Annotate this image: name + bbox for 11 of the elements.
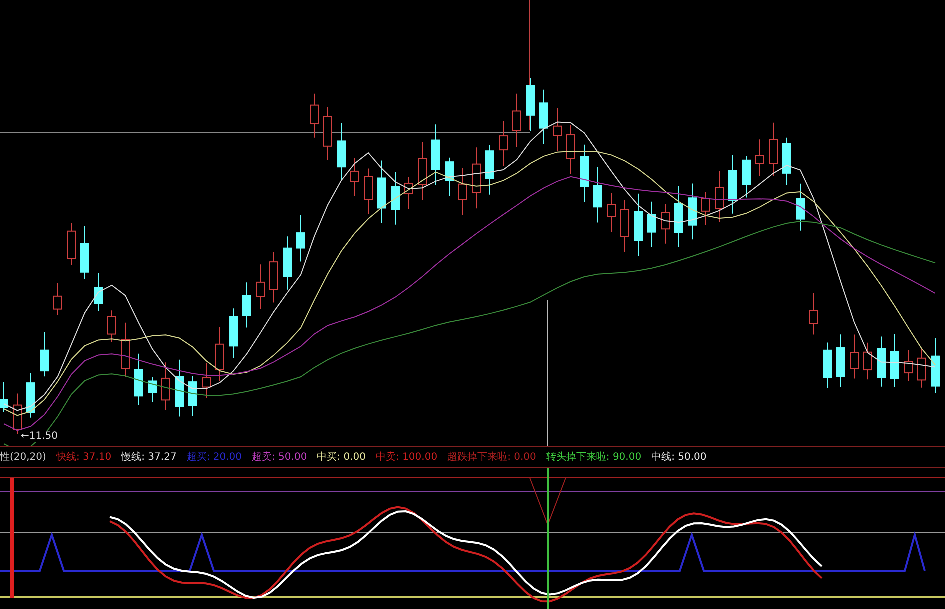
- indicator-legend-item: 慢线: 37.27: [122, 450, 177, 464]
- indicator-legend-item: 超跌掉下来啦: 0.00: [448, 450, 536, 464]
- indicator-legend-item: 中买: 0.00: [317, 450, 366, 464]
- indicator-legend-item: 快线: 37.10: [56, 450, 112, 464]
- indicator-legend-item: 中线: 50.00: [652, 450, 707, 464]
- indicator-title: 性(20,20): [0, 450, 46, 464]
- price-low-label: ←11.50: [20, 431, 60, 442]
- indicator-legend-item: 中卖: 100.00: [376, 450, 438, 464]
- indicator-legend-item: 转头掉下来啦: 90.00: [546, 450, 642, 464]
- indicator-legend-item: 超买: 20.00: [186, 450, 242, 464]
- indicator-legend-item: 超卖: 50.00: [252, 450, 308, 464]
